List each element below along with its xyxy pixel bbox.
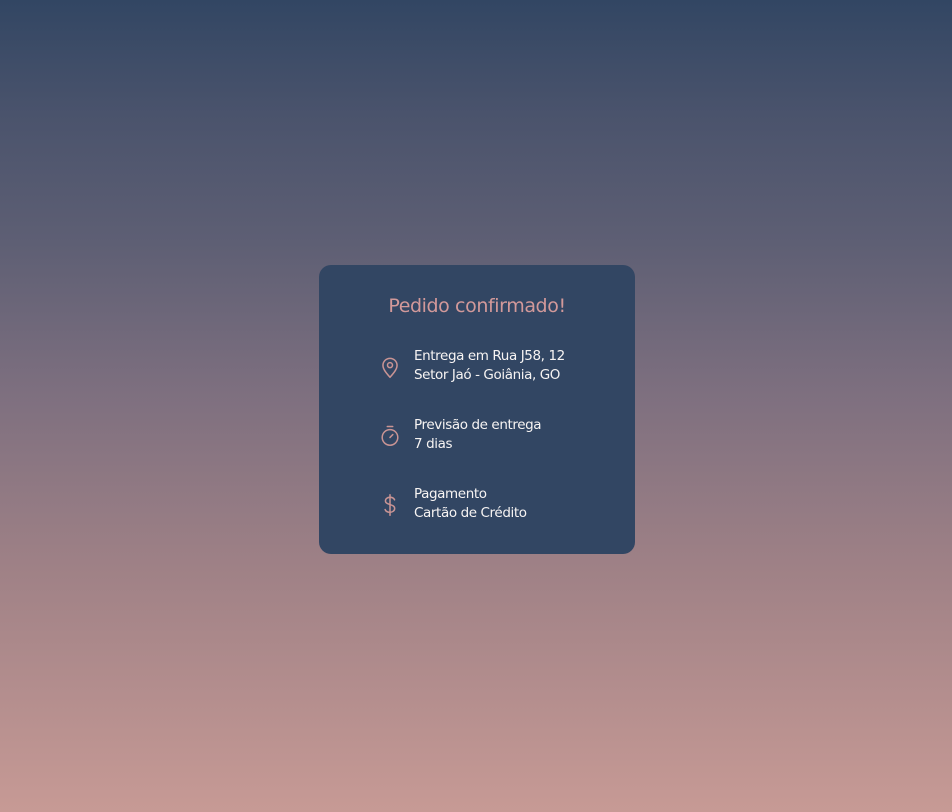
map-pin-icon [377, 354, 403, 380]
dollar-icon [377, 492, 403, 518]
order-confirmation-card: Pedido confirmado! Entrega em Rua J58, 1… [319, 265, 635, 554]
delivery-address-line2: Setor Jaó - Goiânia, GO [414, 367, 561, 383]
delivery-address-item: Entrega em Rua J58, 12 Setor Jaó - Goiân… [377, 347, 617, 387]
delivery-address-line1: Entrega em Rua J58, 12 [414, 348, 565, 364]
timer-icon [377, 423, 403, 449]
delivery-estimate-value: 7 dias [414, 436, 453, 452]
payment-item: Pagamento Cartão de Crédito [377, 485, 617, 525]
delivery-estimate-label: Previsão de entrega [414, 417, 542, 433]
payment-method: Cartão de Crédito [414, 505, 527, 521]
payment-label: Pagamento [414, 486, 487, 502]
delivery-estimate-item: Previsão de entrega 7 dias [377, 416, 617, 456]
confirmation-title: Pedido confirmado! [388, 295, 566, 317]
